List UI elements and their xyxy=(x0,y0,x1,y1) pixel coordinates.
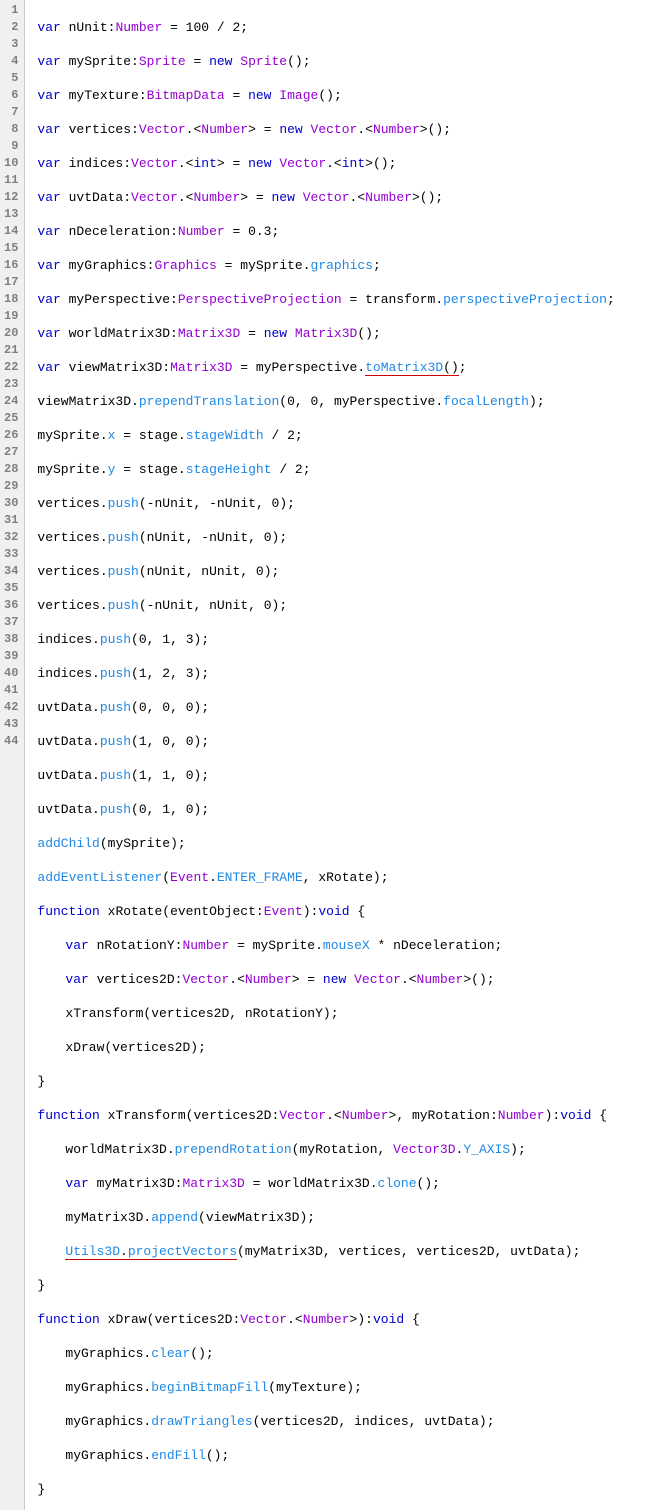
line-number: 16 xyxy=(4,257,18,274)
line-number: 29 xyxy=(4,478,18,495)
line-number: 42 xyxy=(4,699,18,716)
line-number: 7 xyxy=(4,104,18,121)
line-number: 33 xyxy=(4,546,18,563)
line-number: 1 xyxy=(4,2,18,19)
code-line: vertices.push(-nUnit, nUnit, 0); xyxy=(37,597,655,614)
line-number: 5 xyxy=(4,70,18,87)
line-number: 44 xyxy=(4,733,18,750)
line-number: 31 xyxy=(4,512,18,529)
line-number: 17 xyxy=(4,274,18,291)
underlined-tomatrix3d: toMatrix3D xyxy=(365,360,443,376)
line-number: 36 xyxy=(4,597,18,614)
code-line: addEventListener(Event.ENTER_FRAME, xRot… xyxy=(37,869,655,886)
code-line: myGraphics.beginBitmapFill(myTexture); xyxy=(37,1379,655,1396)
line-number: 28 xyxy=(4,461,18,478)
line-number: 26 xyxy=(4,427,18,444)
code-line: uvtData.push(0, 1, 0); xyxy=(37,801,655,818)
code-line: xTransform(vertices2D, nRotationY); xyxy=(37,1005,655,1022)
code-line: } xyxy=(37,1277,655,1294)
code-line: uvtData.push(1, 0, 0); xyxy=(37,733,655,750)
code-area[interactable]: var nUnit:Number = 100 / 2; var mySprite… xyxy=(25,0,655,1510)
code-line: addChild(mySprite); xyxy=(37,835,655,852)
line-number: 15 xyxy=(4,240,18,257)
line-number: 24 xyxy=(4,393,18,410)
code-line: indices.push(1, 2, 3); xyxy=(37,665,655,682)
line-number: 20 xyxy=(4,325,18,342)
code-line: xDraw(vertices2D); xyxy=(37,1039,655,1056)
code-line: uvtData.push(0, 0, 0); xyxy=(37,699,655,716)
line-number: 27 xyxy=(4,444,18,461)
code-line: uvtData.push(1, 1, 0); xyxy=(37,767,655,784)
code-line: var myTexture:BitmapData = new Image(); xyxy=(37,87,655,104)
line-number: 21 xyxy=(4,342,18,359)
line-number: 10 xyxy=(4,155,18,172)
line-number: 13 xyxy=(4,206,18,223)
code-line: vertices.push(-nUnit, -nUnit, 0); xyxy=(37,495,655,512)
code-line: vertices.push(nUnit, nUnit, 0); xyxy=(37,563,655,580)
code-line: function xTransform(vertices2D:Vector.<N… xyxy=(37,1107,655,1124)
code-line: Utils3D.projectVectors(myMatrix3D, verti… xyxy=(37,1243,655,1260)
line-number: 38 xyxy=(4,631,18,648)
code-line: var nDeceleration:Number = 0.3; xyxy=(37,223,655,240)
code-line: myGraphics.endFill(); xyxy=(37,1447,655,1464)
line-number: 23 xyxy=(4,376,18,393)
line-number: 18 xyxy=(4,291,18,308)
code-line: } xyxy=(37,1481,655,1498)
line-number: 40 xyxy=(4,665,18,682)
code-line: function xRotate(eventObject:Event):void… xyxy=(37,903,655,920)
line-number: 2 xyxy=(4,19,18,36)
code-line: var nUnit:Number = 100 / 2; xyxy=(37,19,655,36)
underlined-utils3d: Utils3D xyxy=(65,1244,120,1260)
line-number: 39 xyxy=(4,648,18,665)
line-number: 35 xyxy=(4,580,18,597)
code-line: myGraphics.drawTriangles(vertices2D, ind… xyxy=(37,1413,655,1430)
line-number: 22 xyxy=(4,359,18,376)
line-number: 14 xyxy=(4,223,18,240)
line-number: 12 xyxy=(4,189,18,206)
code-line: mySprite.y = stage.stageHeight / 2; xyxy=(37,461,655,478)
code-line: myMatrix3D.append(viewMatrix3D); xyxy=(37,1209,655,1226)
line-number: 37 xyxy=(4,614,18,631)
code-line: var myPerspective:PerspectiveProjection … xyxy=(37,291,655,308)
code-line: viewMatrix3D.prependTranslation(0, 0, my… xyxy=(37,393,655,410)
line-number: 4 xyxy=(4,53,18,70)
code-line: var myGraphics:Graphics = mySprite.graph… xyxy=(37,257,655,274)
line-number: 43 xyxy=(4,716,18,733)
code-editor: 1 2 3 4 5 6 7 8 9 10 11 12 13 14 15 16 1… xyxy=(0,0,655,1510)
code-line: var myMatrix3D:Matrix3D = worldMatrix3D.… xyxy=(37,1175,655,1192)
line-number: 3 xyxy=(4,36,18,53)
line-number: 25 xyxy=(4,410,18,427)
code-line: vertices.push(nUnit, -nUnit, 0); xyxy=(37,529,655,546)
code-line: var mySprite:Sprite = new Sprite(); xyxy=(37,53,655,70)
code-line: } xyxy=(37,1073,655,1090)
code-line: var indices:Vector.<int> = new Vector.<i… xyxy=(37,155,655,172)
line-number: 11 xyxy=(4,172,18,189)
line-number: 6 xyxy=(4,87,18,104)
code-line: function xDraw(vertices2D:Vector.<Number… xyxy=(37,1311,655,1328)
line-number: 8 xyxy=(4,121,18,138)
line-number: 34 xyxy=(4,563,18,580)
code-line: worldMatrix3D.prependRotation(myRotation… xyxy=(37,1141,655,1158)
line-number: 41 xyxy=(4,682,18,699)
code-line: var vertices2D:Vector.<Number> = new Vec… xyxy=(37,971,655,988)
line-number: 19 xyxy=(4,308,18,325)
code-line: myGraphics.clear(); xyxy=(37,1345,655,1362)
line-number: 30 xyxy=(4,495,18,512)
code-line: var worldMatrix3D:Matrix3D = new Matrix3… xyxy=(37,325,655,342)
code-line: mySprite.x = stage.stageWidth / 2; xyxy=(37,427,655,444)
line-number: 32 xyxy=(4,529,18,546)
code-line: var uvtData:Vector.<Number> = new Vector… xyxy=(37,189,655,206)
code-line: var nRotationY:Number = mySprite.mouseX … xyxy=(37,937,655,954)
line-number: 9 xyxy=(4,138,18,155)
line-number-gutter: 1 2 3 4 5 6 7 8 9 10 11 12 13 14 15 16 1… xyxy=(0,0,25,1510)
code-line: indices.push(0, 1, 3); xyxy=(37,631,655,648)
code-line: var viewMatrix3D:Matrix3D = myPerspectiv… xyxy=(37,359,655,376)
code-line: var vertices:Vector.<Number> = new Vecto… xyxy=(37,121,655,138)
